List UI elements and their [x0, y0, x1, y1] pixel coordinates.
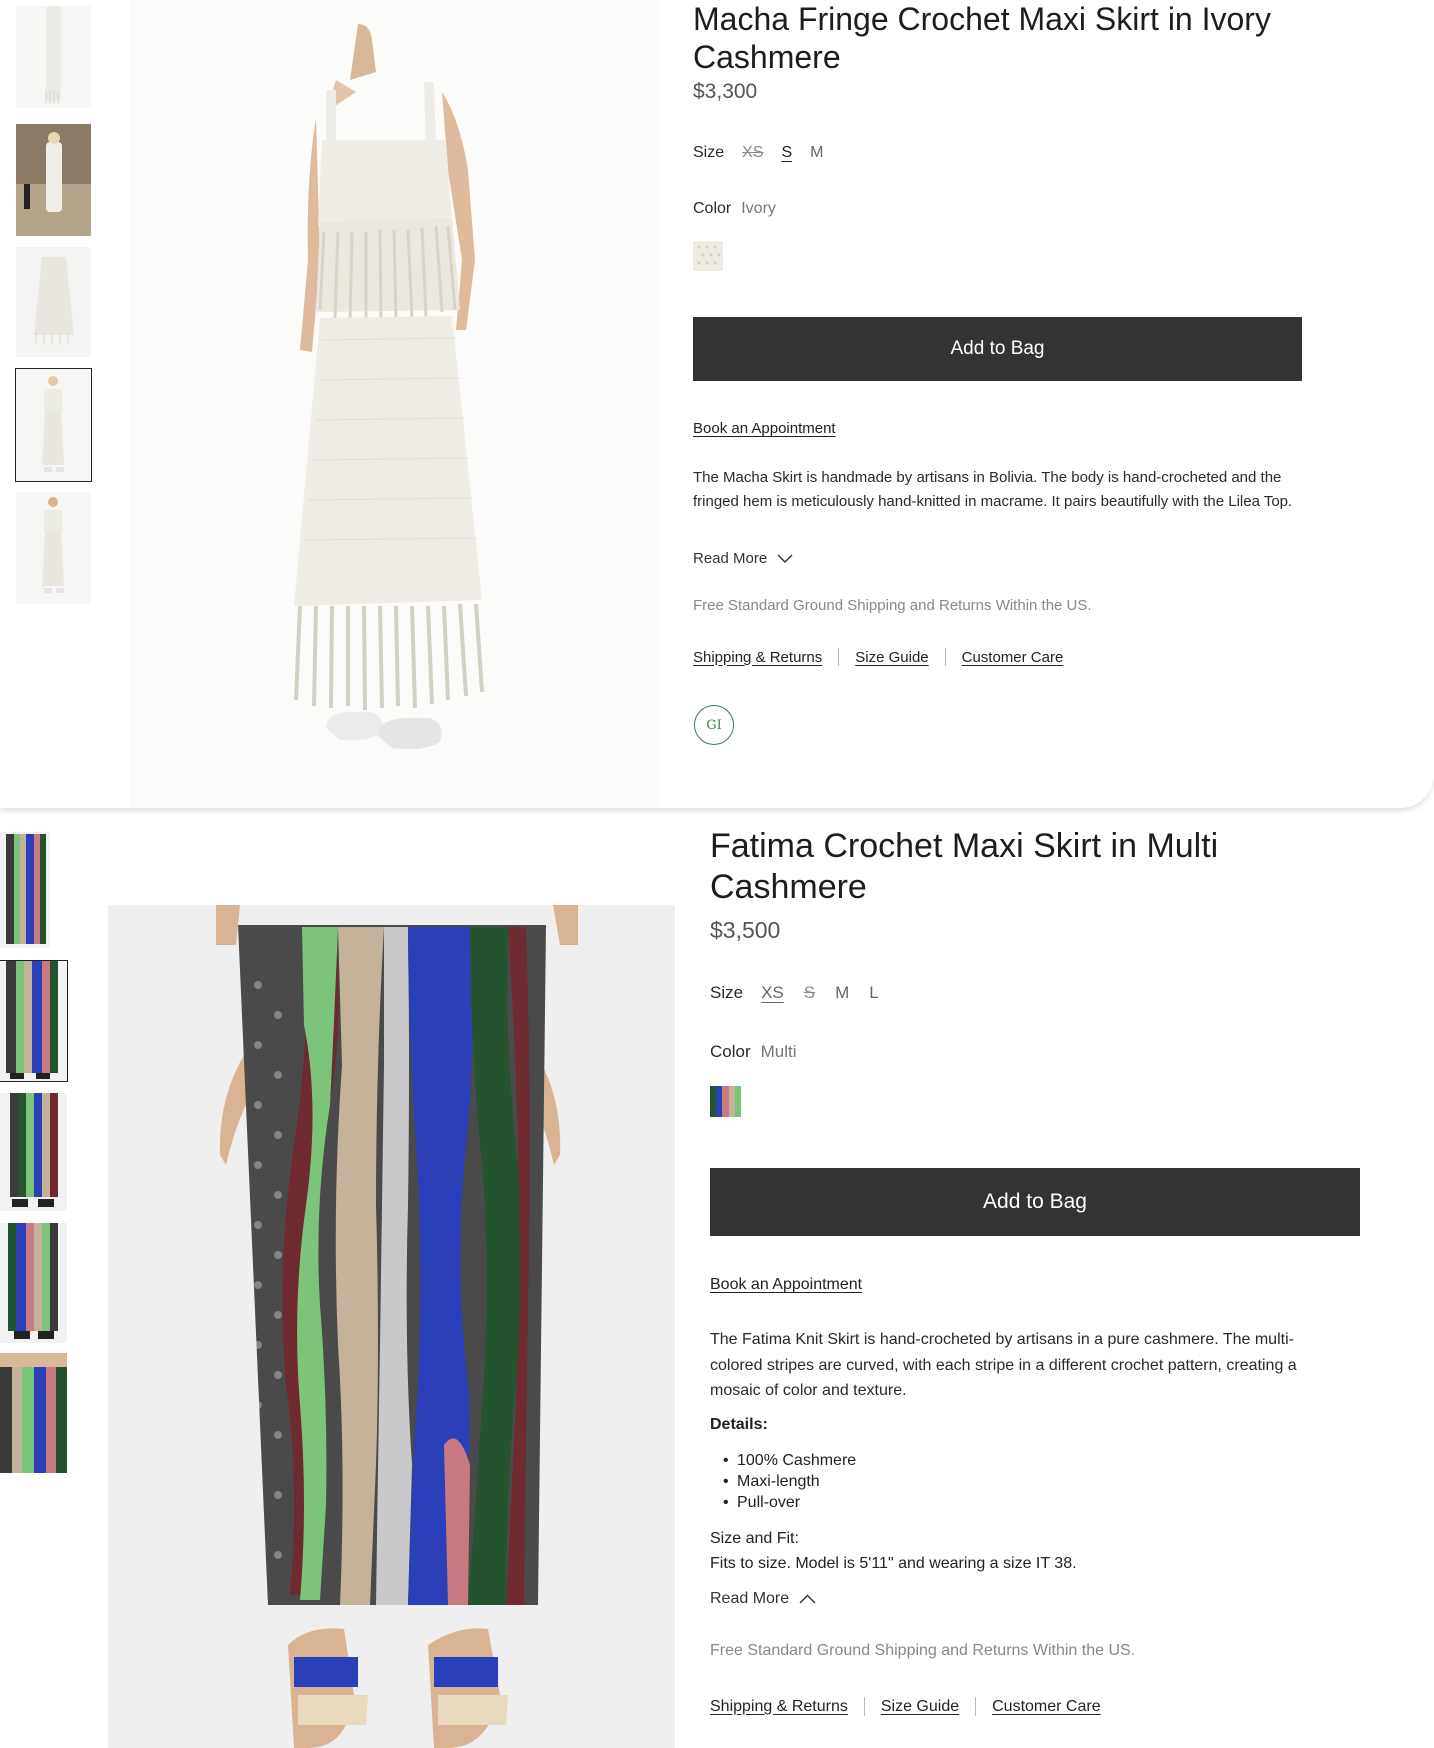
details-item: 100% Cashmere — [710, 1450, 856, 1471]
thumbnail-5[interactable] — [16, 492, 91, 604]
read-more-label: Read More — [693, 550, 768, 567]
product-panel-macha: Macha Fringe Crochet Maxi Skirt in Ivory… — [0, 0, 1434, 808]
size-option-s[interactable]: S — [781, 144, 792, 162]
color-label: Color — [693, 200, 732, 217]
customer-care-link[interactable]: Customer Care — [962, 649, 1064, 666]
size-selector: Size XS S M — [693, 144, 823, 162]
size-guide-link[interactable]: Size Guide — [881, 1698, 959, 1716]
color-row: Color Multi — [710, 1042, 797, 1062]
thumbnail-2[interactable] — [16, 124, 91, 236]
book-appointment-link[interactable]: Book an Appointment — [710, 1276, 862, 1294]
product-image-fatima[interactable] — [108, 905, 675, 1748]
link-separator — [863, 1697, 865, 1716]
product-title: Macha Fringe Crochet Maxi Skirt in Ivory… — [693, 1, 1271, 76]
product-panel-fatima: Fatima Crochet Maxi Skirt in Multi Cashm… — [0, 818, 1434, 1748]
details-item: Pull-over — [710, 1492, 856, 1513]
details-heading: Details: — [710, 1416, 768, 1433]
size-option-m[interactable]: M — [835, 983, 849, 1003]
color-value: Multi — [760, 1042, 797, 1061]
thumbnail-5[interactable] — [0, 1353, 67, 1473]
badge-text: GI — [706, 717, 722, 733]
color-swatch-ivory[interactable] — [693, 241, 723, 271]
product-price: $3,300 — [693, 80, 758, 103]
size-label: Size — [693, 144, 725, 161]
color-row: Color Ivory — [693, 200, 776, 218]
shipping-returns-link[interactable]: Shipping & Returns — [693, 649, 822, 666]
product-price: $3,500 — [710, 917, 781, 943]
shipping-returns-link[interactable]: Shipping & Returns — [710, 1698, 848, 1716]
size-option-xs[interactable]: XS — [742, 144, 763, 162]
product-image-macha[interactable] — [130, 0, 660, 808]
customer-care-link[interactable]: Customer Care — [992, 1698, 1100, 1716]
size-selector: Size XS S M L — [710, 983, 879, 1003]
thumbnail-1[interactable] — [0, 832, 50, 948]
color-value: Ivory — [741, 200, 776, 217]
thumbnail-4[interactable] — [0, 1223, 67, 1343]
details-list: 100% Cashmere Maxi-length Pull-over — [710, 1450, 856, 1513]
size-option-l[interactable]: L — [869, 983, 878, 1003]
size-fit-text: Fits to size. Model is 5'11" and wearing… — [710, 1555, 1077, 1572]
shipping-note: Free Standard Ground Shipping and Return… — [710, 1642, 1136, 1659]
color-swatch-multi[interactable] — [710, 1086, 741, 1117]
thumbnail-2[interactable] — [0, 960, 68, 1082]
color-label: Color — [710, 1042, 751, 1061]
link-separator — [838, 648, 840, 666]
info-links: Shipping & Returns Size Guide Customer C… — [693, 648, 1063, 666]
product-description: The Fatima Knit Skirt is hand-crocheted … — [710, 1331, 1297, 1399]
thumbnail-3[interactable] — [16, 247, 91, 357]
product-title: Fatima Crochet Maxi Skirt in Multi Cashm… — [710, 827, 1219, 906]
size-option-s[interactable]: S — [804, 983, 815, 1003]
size-fit-heading: Size and Fit: — [710, 1530, 799, 1547]
link-separator — [975, 1697, 977, 1716]
size-label: Size — [710, 983, 744, 1002]
thumbnail-1[interactable] — [16, 6, 91, 108]
read-more-toggle[interactable]: Read More — [693, 550, 793, 567]
shipping-note: Free Standard Ground Shipping and Return… — [693, 597, 1092, 614]
add-to-bag-button[interactable]: Add to Bag — [710, 1168, 1360, 1236]
read-more-toggle[interactable]: Read More — [710, 1590, 816, 1608]
read-more-label: Read More — [710, 1590, 790, 1607]
gi-badge-icon[interactable]: GI — [694, 705, 734, 745]
thumbnail-4[interactable] — [15, 368, 92, 482]
size-guide-link[interactable]: Size Guide — [855, 649, 928, 666]
details-item: Maxi-length — [710, 1471, 856, 1492]
size-option-m[interactable]: M — [810, 144, 823, 162]
book-appointment-link[interactable]: Book an Appointment — [693, 420, 836, 437]
product-description: The Macha Skirt is handmade by artisans … — [693, 469, 1293, 510]
thumbnail-3[interactable] — [0, 1093, 67, 1211]
chevron-down-icon — [777, 554, 793, 563]
info-links: Shipping & Returns Size Guide Customer C… — [710, 1697, 1101, 1716]
size-option-xs[interactable]: XS — [761, 983, 784, 1003]
link-separator — [944, 648, 946, 666]
add-to-bag-button[interactable]: Add to Bag — [693, 317, 1302, 381]
chevron-up-icon — [799, 1594, 816, 1604]
